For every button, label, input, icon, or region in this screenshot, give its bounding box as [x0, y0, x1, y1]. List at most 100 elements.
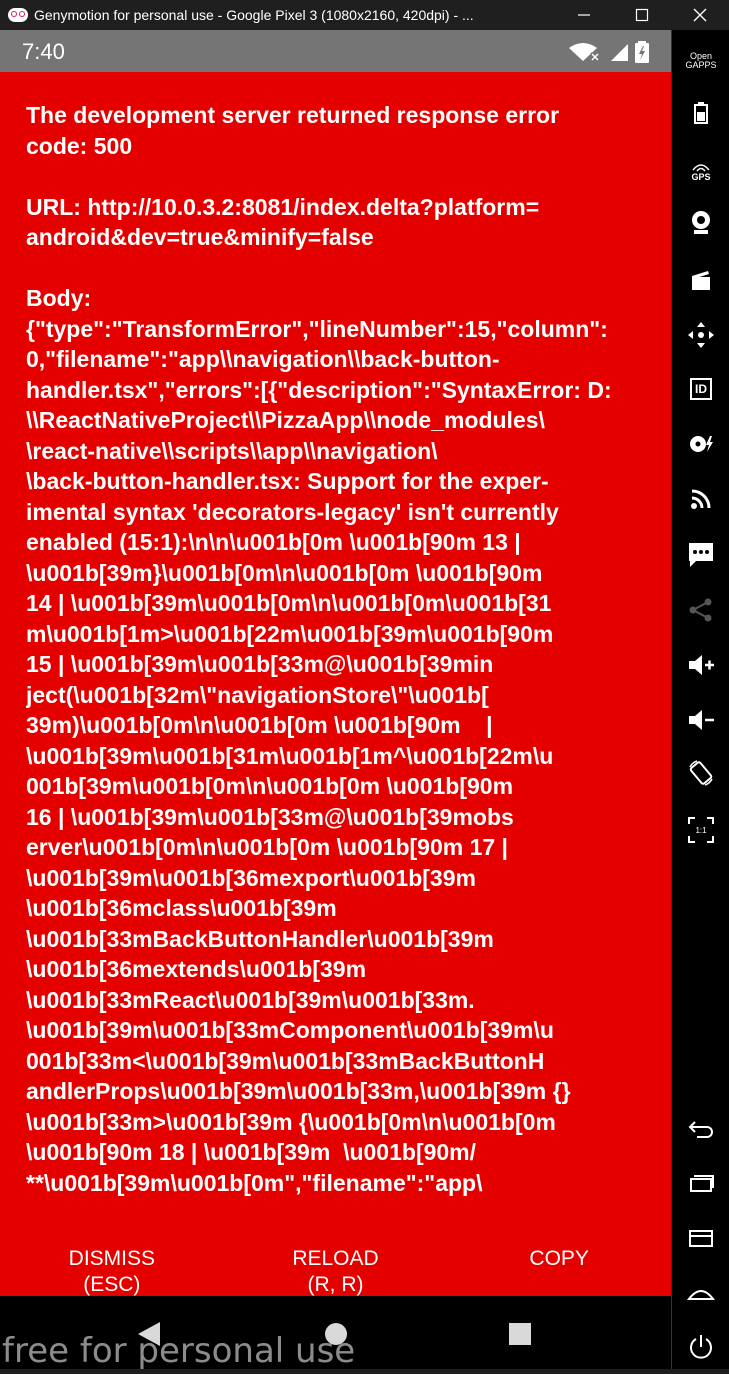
disk-io-button[interactable]	[672, 430, 729, 458]
window-titlebar: Genymotion for personal use - Google Pix…	[0, 0, 729, 30]
back-button[interactable]	[672, 1115, 729, 1141]
rotate-device-icon	[689, 760, 713, 786]
recent-apps-icon	[690, 1175, 714, 1192]
redbox-error-screen: The development server returned response…	[0, 72, 671, 1296]
home-button[interactable]	[672, 1280, 729, 1306]
rss-icon	[691, 489, 711, 509]
error-body-line: enabled (15:1):\n\n\u001b[0m \u001b[90m …	[26, 529, 521, 555]
error-body-line: 14 | \u001b[39m\u001b[0m\n\u001b[0m\u001…	[26, 590, 552, 616]
android-device-screen: 7:40 The development server returned res…	[0, 30, 671, 1369]
reload-shortcut: (R, R)	[307, 1273, 364, 1296]
battery-widget-button[interactable]	[672, 100, 729, 126]
android-status-bar: 7:40	[0, 30, 671, 72]
menu-icon	[689, 1230, 713, 1247]
minimize-button[interactable]	[555, 0, 613, 30]
error-body-line: \u001b[90m 18 | \u001b[39m \u001b[90m/	[26, 1139, 477, 1165]
dismiss-shortcut: (ESC)	[83, 1273, 141, 1296]
motion-widget-button[interactable]	[672, 320, 729, 350]
dismiss-button[interactable]: DISMISS (ESC)	[0, 1236, 224, 1296]
error-body-line: imental syntax 'decorators-legacy' isn't…	[26, 498, 559, 525]
volume-down-icon	[689, 710, 714, 730]
error-message[interactable]: The development server returned response…	[26, 100, 646, 1206]
close-icon	[693, 8, 707, 22]
recent-apps-button[interactable]	[672, 1170, 729, 1196]
battery-icon	[694, 102, 708, 124]
power-icon	[690, 1335, 712, 1359]
error-body-line: andlerProps\u001b[39m\u001b[33m,\u001b[3…	[26, 1078, 571, 1104]
error-body-line: \u001b[33m>\u001b[39m {\u001b[0m\n\u001b…	[26, 1108, 556, 1135]
open-gapps-button[interactable]: Open GAPPS	[672, 48, 729, 74]
network-widget-button[interactable]	[672, 485, 729, 513]
device-id-button[interactable]: ID	[672, 375, 729, 403]
dismiss-label: DISMISS	[68, 1247, 156, 1270]
sms-widget-button[interactable]	[672, 540, 729, 570]
move-arrows-icon	[688, 322, 714, 348]
close-button[interactable]	[671, 0, 729, 30]
error-body-line: \u001b[39m\u001b[33mComponent\u001b[39m\…	[26, 1017, 554, 1043]
power-button[interactable]	[672, 1332, 729, 1362]
clapperboard-icon	[692, 271, 710, 290]
genymotion-toolbar: Open GAPPS GPS ID 1:1	[671, 30, 729, 1369]
copy-button[interactable]: COPY	[447, 1236, 671, 1296]
gps-widget-button[interactable]: GPS	[672, 158, 729, 186]
gps-icon	[692, 164, 710, 172]
watermark: free for personal use	[2, 1331, 356, 1371]
home-icon	[687, 1290, 715, 1300]
back-arrow-icon	[688, 1121, 713, 1138]
error-body-line: 001b[33m<\u001b[39m\u001b[33mBackButtonH	[26, 1047, 545, 1074]
error-body-line: 0,"filename":"app\\navigation\\back-butt…	[26, 346, 500, 372]
error-body-line: Body:	[26, 285, 92, 311]
minimize-icon	[578, 14, 590, 16]
wifi-icon	[569, 43, 601, 62]
copy-label: COPY	[529, 1247, 589, 1270]
error-body: Body: {"type":"TransformError","lineNumb…	[26, 283, 646, 1198]
redbox-actions: DISMISS (ESC) RELOAD (R, R) COPY	[0, 1236, 671, 1296]
rotate-button[interactable]	[672, 758, 729, 788]
error-url-line: android&dev=true&minify=false	[26, 224, 374, 250]
error-body-line: 15 | \u001b[39m\u001b[33m@\u001b[39min	[26, 651, 494, 677]
volume-up-button[interactable]	[672, 650, 729, 680]
error-heading-line: code: 500	[26, 132, 133, 159]
menu-button[interactable]	[672, 1225, 729, 1251]
error-body-line: \\ReactNativeProject\\PizzaApp\\node_mod…	[26, 407, 545, 433]
genymotion-logo-icon	[8, 8, 28, 22]
reload-label: RELOAD	[292, 1247, 379, 1270]
error-body-line: \u001b[39m\u001b[31m\u001b[1m^\u001b[22m…	[26, 742, 554, 769]
error-body-line: 001b[39m\u001b[0m\n\u001b[0m \u001b[90m	[26, 773, 514, 799]
pixel-perfect-button[interactable]: 1:1	[672, 815, 729, 845]
error-body-line: \u001b[36mclass\u001b[39m	[26, 895, 337, 921]
error-body-line: erver\u001b[0m\n\u001b[0m \u001b[90m 17 …	[26, 834, 508, 860]
maximize-button[interactable]	[613, 0, 671, 30]
error-body-line: 16 | \u001b[39m\u001b[33m@\u001b[39mobs	[26, 803, 514, 830]
id-icon: ID	[690, 378, 712, 400]
volume-down-button[interactable]	[672, 705, 729, 735]
error-body-line: \back-button-handler.tsx: Support for th…	[26, 468, 549, 494]
share-icon	[689, 598, 712, 622]
volume-up-icon	[689, 655, 714, 675]
error-body-line: \u001b[39m}\u001b[0m\n\u001b[0m \u001b[9…	[26, 559, 543, 586]
error-body-line: {"type":"TransformError","lineNumber":15…	[26, 315, 608, 342]
error-body-line: \u001b[36mextends\u001b[39m	[26, 956, 367, 982]
cell-signal-icon	[611, 44, 628, 61]
error-url: URL: http://10.0.3.2:8081/index.delta?pl…	[26, 192, 646, 253]
error-body-line: \u001b[33mBackButtonHandler\u001b[39m	[26, 925, 494, 952]
error-body-line: **\u001b[39m\u001b[0m","filename":"app\	[26, 1169, 483, 1196]
scale-label: 1:1	[695, 825, 707, 835]
maximize-icon	[635, 8, 649, 22]
error-body-line: \u001b[33mReact\u001b[39m\u001b[33m.	[26, 986, 475, 1013]
error-body-line: m\u001b[1m>\u001b[22m\u001b[39m\u001b[90…	[26, 620, 554, 647]
camera-widget-button[interactable]	[672, 208, 729, 236]
error-body-line: \react-native\\scripts\\app\\navigation\	[26, 437, 438, 464]
capture-widget-button[interactable]	[672, 266, 729, 294]
window-title: Genymotion for personal use - Google Pix…	[34, 7, 474, 23]
error-body-line: handler.tsx","errors":[{"description":"S…	[26, 376, 612, 403]
disk-io-icon	[690, 436, 713, 452]
reload-button[interactable]: RELOAD (R, R)	[224, 1236, 448, 1296]
recents-nav-icon[interactable]	[509, 1323, 531, 1345]
message-icon	[689, 543, 713, 567]
error-body-line: \u001b[39m\u001b[36mexport\u001b[39m	[26, 864, 476, 891]
status-time: 7:40	[22, 39, 65, 64]
share-button[interactable]	[672, 595, 729, 625]
webcam-icon	[692, 211, 710, 234]
error-body-line: 39m)\u001b[0m\n\u001b[0m \u001b[90m |	[26, 712, 493, 738]
